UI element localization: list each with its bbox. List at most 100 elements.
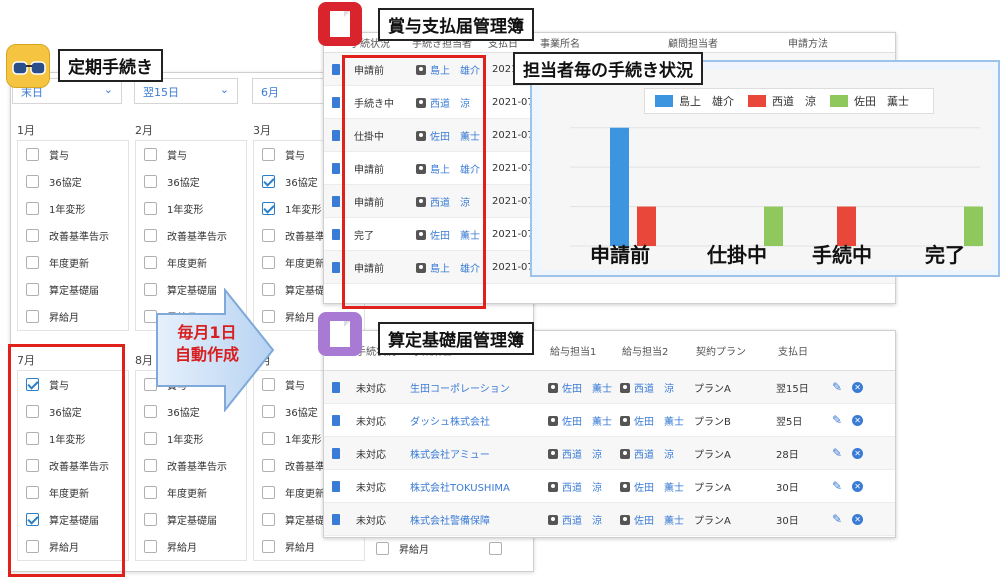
task-checkbox-row[interactable]: 年度更新 xyxy=(136,249,246,276)
extra-task-row[interactable]: 昇給月 xyxy=(376,541,512,556)
edit-icon[interactable]: ✎ xyxy=(832,413,842,427)
edit-icon[interactable]: ✎ xyxy=(832,512,842,526)
table-row[interactable]: 未対応 株式会社TOKUSHIMA 西道 涼 佐田 薫士 プランA 30日 ✎ ✕ xyxy=(324,470,895,503)
checkbox[interactable] xyxy=(144,513,157,526)
person-cell[interactable]: 西道 涼 xyxy=(542,512,614,527)
person-name: 西道 涼 xyxy=(634,383,674,395)
delete-icon[interactable]: ✕ xyxy=(852,414,864,426)
person-cell[interactable]: 西道 涼 xyxy=(614,380,688,395)
checkbox[interactable] xyxy=(144,432,157,445)
checkbox[interactable] xyxy=(144,148,157,161)
task-checkbox-row[interactable]: 昇給月 xyxy=(136,533,246,560)
col-header[interactable]: 給与担当2 xyxy=(616,343,690,358)
checkbox[interactable] xyxy=(144,202,157,215)
task-checkbox-row[interactable]: 算定基礎届 xyxy=(18,276,128,303)
person-cell[interactable]: 佐田 薫士 xyxy=(614,413,688,428)
company-cell[interactable]: 生田コーポレーション xyxy=(404,380,542,395)
checkbox[interactable] xyxy=(262,148,275,161)
checkbox[interactable] xyxy=(144,256,157,269)
checkbox[interactable] xyxy=(262,432,275,445)
company-cell[interactable]: ダッシュ株式会社 xyxy=(404,413,542,428)
person-cell[interactable]: 西道 涼 xyxy=(614,446,688,461)
task-checkbox-row[interactable]: 改善基準告示 xyxy=(136,222,246,249)
table-row[interactable]: 未対応 株式会社アミュー 西道 涼 西道 涼 プランA 28日 ✎ ✕ xyxy=(324,437,895,470)
task-checkbox-row[interactable]: 年度更新 xyxy=(136,479,246,506)
checkbox[interactable] xyxy=(144,175,157,188)
month-dropdown[interactable]: 6月 xyxy=(252,78,332,104)
document-icon[interactable] xyxy=(332,96,340,108)
document-icon[interactable] xyxy=(332,129,340,141)
checkbox[interactable] xyxy=(489,542,502,555)
delete-icon[interactable]: ✕ xyxy=(852,447,864,459)
delete-icon[interactable]: ✕ xyxy=(852,381,864,393)
document-icon[interactable] xyxy=(332,195,340,207)
edit-icon[interactable]: ✎ xyxy=(832,479,842,493)
delete-icon[interactable]: ✕ xyxy=(852,480,864,492)
task-checkbox-row[interactable]: 年度更新 xyxy=(18,249,128,276)
company-cell[interactable]: 株式会社TOKUSHIMA xyxy=(404,479,542,494)
checkbox[interactable] xyxy=(26,310,39,323)
document-icon[interactable] xyxy=(332,480,340,492)
col-header[interactable]: 給与担当1 xyxy=(544,343,616,358)
checkbox[interactable] xyxy=(262,229,275,242)
person-cell[interactable]: 西道 涼 xyxy=(542,479,614,494)
task-checkbox-row[interactable]: 36協定 xyxy=(136,168,246,195)
checkbox[interactable] xyxy=(262,486,275,499)
checkbox[interactable] xyxy=(376,542,389,555)
company-cell[interactable]: 株式会社アミュー xyxy=(404,446,542,461)
checkbox[interactable] xyxy=(26,202,39,215)
col-header[interactable]: 事業所名 xyxy=(534,35,662,50)
document-icon[interactable] xyxy=(332,414,340,426)
checkbox[interactable] xyxy=(262,459,275,472)
checkbox[interactable] xyxy=(262,175,275,188)
checkbox[interactable] xyxy=(26,229,39,242)
checkbox[interactable] xyxy=(26,283,39,296)
table-row[interactable]: 未対応 生田コーポレーション 佐田 薫士 西道 涼 プランA 翌15日 ✎ ✕ xyxy=(324,371,895,404)
table-row[interactable]: 未対応 株式会社警備保障 西道 涼 佐田 薫士 プランA 30日 ✎ ✕ xyxy=(324,503,895,536)
edit-icon[interactable]: ✎ xyxy=(832,380,842,394)
task-checkbox-row[interactable]: 1年変形 xyxy=(136,425,246,452)
table-row[interactable]: 未対応 ダッシュ株式会社 佐田 薫士 佐田 薫士 プランB 翌5日 ✎ ✕ xyxy=(324,404,895,437)
col-header[interactable]: 契約プラン xyxy=(690,343,772,358)
checkbox[interactable] xyxy=(144,540,157,553)
task-checkbox-row[interactable]: 昇給月 xyxy=(18,303,128,330)
col-header[interactable]: 支払日 xyxy=(772,343,832,358)
delete-icon[interactable]: ✕ xyxy=(852,513,864,525)
col-header[interactable]: 申請方法 xyxy=(782,35,862,50)
document-icon[interactable] xyxy=(332,228,340,240)
document-icon[interactable] xyxy=(332,162,340,174)
task-checkbox-row[interactable]: 36協定 xyxy=(18,168,128,195)
edit-icon[interactable]: ✎ xyxy=(832,446,842,460)
company-cell[interactable]: 株式会社警備保障 xyxy=(404,512,542,527)
task-checkbox-row[interactable]: 賞与 xyxy=(136,141,246,168)
col-header[interactable]: 顧問担当者 xyxy=(662,35,782,50)
document-icon[interactable] xyxy=(332,513,340,525)
checkbox[interactable] xyxy=(26,148,39,161)
person-cell[interactable]: 佐田 薫士 xyxy=(542,413,614,428)
person-cell[interactable]: 佐田 薫士 xyxy=(614,479,688,494)
person-cell[interactable]: 佐田 薫士 xyxy=(542,380,614,395)
checkbox[interactable] xyxy=(26,256,39,269)
checkbox[interactable] xyxy=(262,256,275,269)
person-cell[interactable]: 西道 涼 xyxy=(542,446,614,461)
task-checkbox-row[interactable]: 算定基礎届 xyxy=(136,506,246,533)
document-icon[interactable] xyxy=(332,381,340,393)
checkbox[interactable] xyxy=(262,540,275,553)
checkbox[interactable] xyxy=(144,486,157,499)
document-icon[interactable] xyxy=(332,261,340,273)
task-checkbox-row[interactable]: 改善基準告示 xyxy=(136,452,246,479)
task-checkbox-row[interactable]: 改善基準告示 xyxy=(18,222,128,249)
task-label: 36協定 xyxy=(285,408,318,419)
checkbox[interactable] xyxy=(262,202,275,215)
checkbox[interactable] xyxy=(26,175,39,188)
document-icon xyxy=(318,312,362,356)
document-icon[interactable] xyxy=(332,447,340,459)
person-cell[interactable]: 佐田 薫士 xyxy=(614,512,688,527)
checkbox[interactable] xyxy=(262,513,275,526)
checkbox[interactable] xyxy=(144,459,157,472)
document-icon[interactable] xyxy=(332,63,340,75)
task-checkbox-row[interactable]: 賞与 xyxy=(18,141,128,168)
checkbox[interactable] xyxy=(144,229,157,242)
task-checkbox-row[interactable]: 1年変形 xyxy=(136,195,246,222)
task-checkbox-row[interactable]: 1年変形 xyxy=(18,195,128,222)
